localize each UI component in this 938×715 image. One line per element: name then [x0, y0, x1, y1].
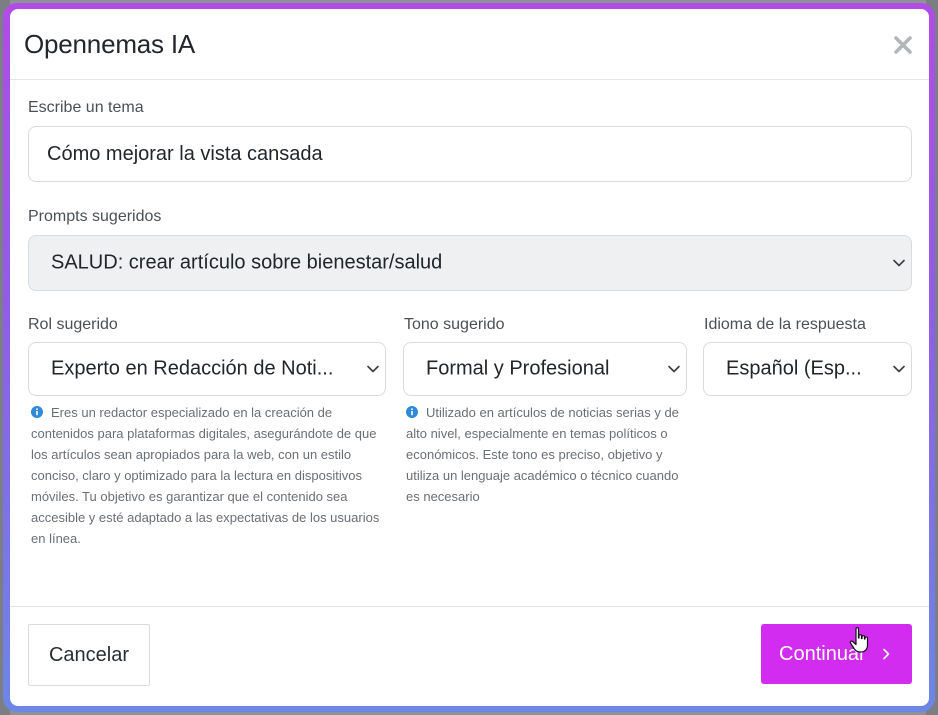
- prompts-selected-value: SALUD: crear artículo sobre bienestar/sa…: [51, 251, 443, 274]
- tone-help: Utilizado en artículos de noticias seria…: [406, 402, 691, 507]
- modal-header: Opennemas IA: [10, 9, 929, 80]
- topic-label: Escribe un tema: [28, 99, 144, 116]
- role-select[interactable]: Experto en Redacción de Noti...: [28, 342, 386, 396]
- role-selected-value: Experto en Redacción de Noti...: [51, 357, 334, 380]
- modal-title: Opennemas IA: [24, 29, 196, 59]
- prompts-label: Prompts sugeridos: [28, 208, 162, 225]
- language-select[interactable]: Español (Esp...: [703, 342, 912, 396]
- info-icon: [406, 406, 418, 418]
- chevron-down-icon: [893, 365, 905, 373]
- tone-select[interactable]: Formal y Profesional: [403, 342, 687, 396]
- tone-selected-value: Formal y Profesional: [426, 357, 610, 380]
- chevron-down-icon: [367, 365, 379, 373]
- role-help: Eres un redactor especializado en la cre…: [31, 402, 381, 549]
- chevron-right-icon: [883, 648, 890, 660]
- topic-input[interactable]: [28, 126, 912, 182]
- continue-button[interactable]: Continuar: [761, 624, 912, 684]
- role-help-text: Eres un redactor especializado en la cre…: [31, 405, 380, 546]
- tone-help-text: Utilizado en artículos de noticias seria…: [406, 405, 679, 504]
- role-label: Rol sugerido: [28, 316, 118, 333]
- cancel-button[interactable]: Cancelar: [28, 624, 150, 686]
- opennemas-ia-modal: Opennemas IA Escribe un tema Prompts sug…: [10, 9, 929, 706]
- prompts-select[interactable]: SALUD: crear artículo sobre bienestar/sa…: [28, 235, 912, 291]
- language-label: Idioma de la respuesta: [704, 316, 866, 333]
- close-button[interactable]: [891, 33, 915, 57]
- tone-label: Tono sugerido: [404, 316, 505, 333]
- close-icon: [894, 36, 912, 54]
- info-icon: [31, 406, 43, 418]
- chevron-down-icon: [893, 259, 905, 267]
- hand-pointer-cursor-icon: [849, 627, 869, 653]
- language-selected-value: Español (Esp...: [726, 357, 862, 380]
- modal-footer: Cancelar Continuar: [10, 606, 929, 706]
- chevron-down-icon: [668, 365, 680, 373]
